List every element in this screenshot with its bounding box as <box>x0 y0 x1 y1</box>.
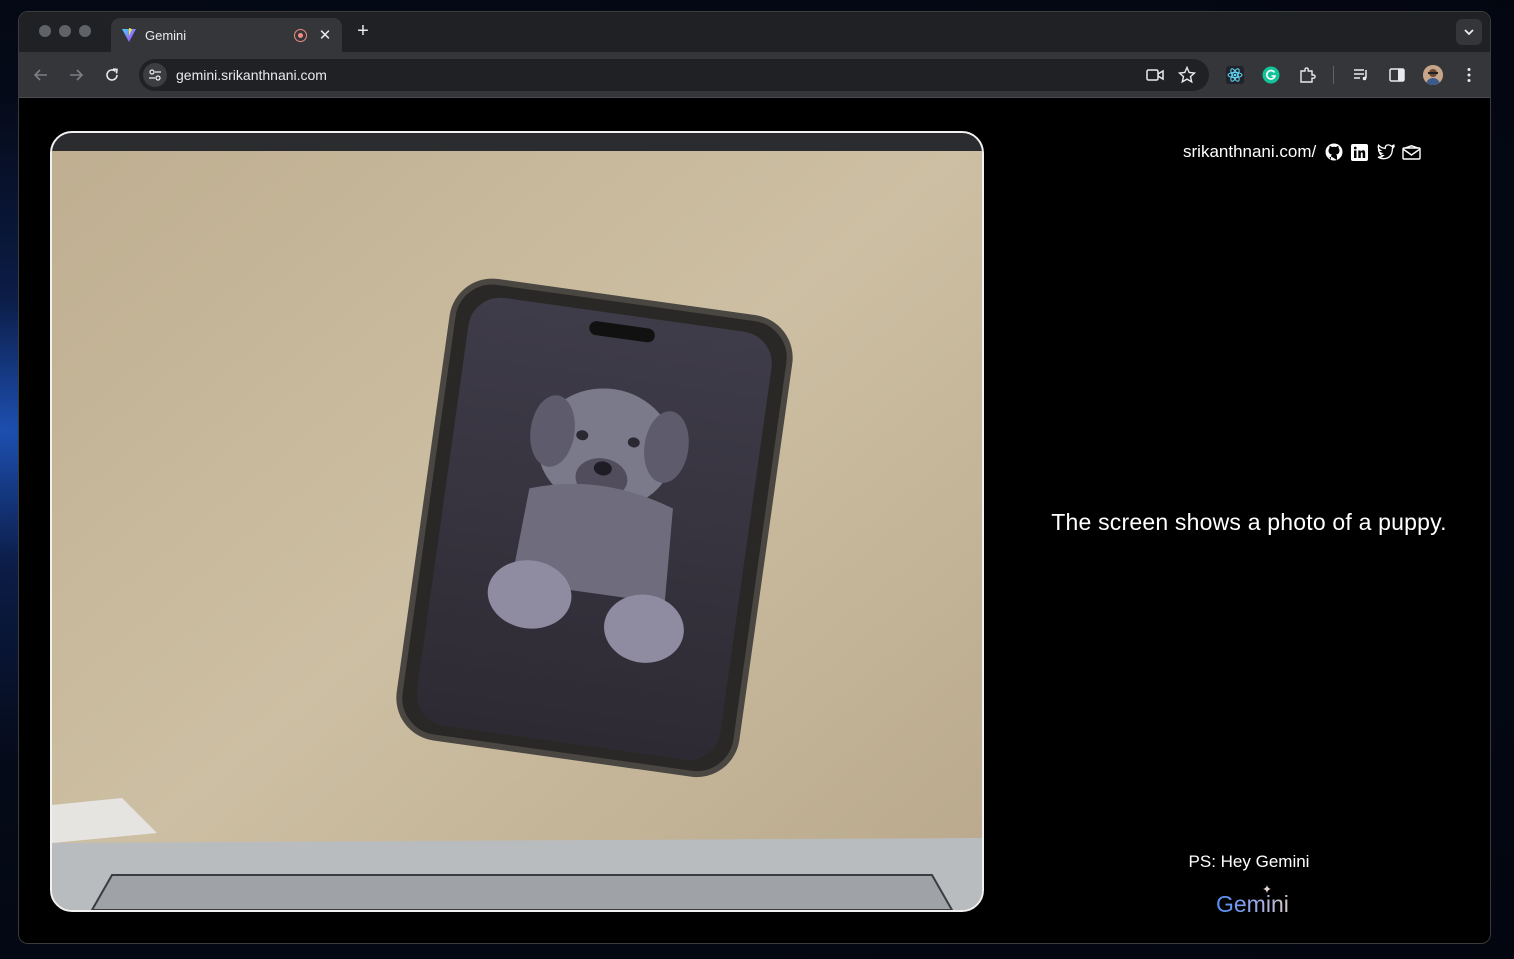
grammarly-icon <box>1262 66 1280 84</box>
chrome-menu-button[interactable] <box>1459 65 1479 85</box>
tab-strip: Gemini ✕ + <box>19 12 1490 52</box>
portfolio-link[interactable]: srikanthnani.com/ <box>1183 142 1316 162</box>
recording-icon <box>294 28 307 42</box>
back-arrow-icon <box>33 69 47 81</box>
reading-list-button[interactable] <box>1351 65 1371 85</box>
ps-text: PS: Hey Gemini <box>1188 852 1310 871</box>
forward-button[interactable] <box>66 65 86 85</box>
twitter-icon[interactable] <box>1376 143 1395 162</box>
minimize-window-button[interactable] <box>59 25 71 37</box>
site-info-button[interactable] <box>143 63 167 87</box>
side-panel-button[interactable] <box>1387 65 1407 85</box>
queue-music-icon <box>1354 69 1367 81</box>
gemini-response-text: The screen shows a photo of a puppy. <box>1051 509 1447 535</box>
toolbar: gemini.srikanthnani.com <box>19 52 1490 98</box>
site-header: srikanthnani.com/ <box>1183 142 1421 162</box>
tab-gemini[interactable]: Gemini ✕ <box>111 18 342 52</box>
linkedin-icon[interactable] <box>1350 143 1369 162</box>
puzzle-icon <box>1300 67 1316 83</box>
close-window-button[interactable] <box>39 25 51 37</box>
toolbar-divider <box>1333 66 1334 84</box>
camera-in-use-button[interactable] <box>1145 65 1165 85</box>
gemini-logo-text: Gemini <box>1216 891 1289 917</box>
tab-title: Gemini <box>145 27 187 43</box>
camera-frame-image <box>52 133 982 910</box>
page-content: srikanthnani.com/ The screen shows a pho… <box>19 99 1490 943</box>
back-button[interactable] <box>31 65 51 85</box>
address-bar[interactable]: gemini.srikanthnani.com <box>139 59 1209 91</box>
react-devtools-extension[interactable] <box>1225 65 1245 85</box>
gemini-logo: Gemini <box>1216 885 1289 917</box>
tune-icon <box>149 69 161 81</box>
side-panel-icon <box>1389 68 1405 82</box>
chevron-down-icon <box>1464 29 1474 36</box>
new-tab-button[interactable]: + <box>352 20 374 43</box>
camera-feed <box>50 131 984 912</box>
star-icon <box>1178 66 1196 84</box>
tab-close-button[interactable]: ✕ <box>318 26 332 44</box>
avatar-icon <box>1423 65 1443 85</box>
extensions-button[interactable] <box>1297 65 1317 85</box>
forward-arrow-icon <box>70 69 84 81</box>
bookmark-button[interactable] <box>1177 65 1197 85</box>
react-icon <box>1226 66 1244 84</box>
window-controls <box>39 25 91 37</box>
browser-window: Gemini ✕ + gemini.srikanthnani.com srika… <box>18 11 1491 944</box>
url-text[interactable]: gemini.srikanthnani.com <box>176 67 1145 83</box>
grammarly-extension[interactable] <box>1261 65 1281 85</box>
profile-avatar[interactable] <box>1423 65 1443 85</box>
reload-icon <box>106 68 118 81</box>
more-vert-icon <box>1467 68 1471 82</box>
gemini-favicon <box>122 28 136 42</box>
github-icon[interactable] <box>1324 143 1343 162</box>
tab-search-button[interactable] <box>1456 19 1482 45</box>
mail-icon[interactable] <box>1402 143 1421 162</box>
video-camera-icon <box>1146 69 1164 81</box>
reload-button[interactable] <box>102 65 122 85</box>
maximize-window-button[interactable] <box>79 25 91 37</box>
